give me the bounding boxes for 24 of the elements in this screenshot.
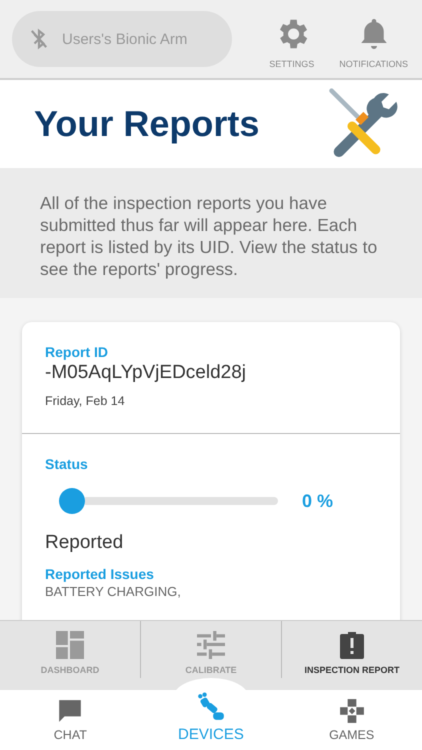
report-id-label: Report ID — [45, 344, 109, 360]
header-action[interactable]: NOTIFICATIONS — [335, 9, 412, 69]
status-label: Status — [45, 456, 89, 472]
issues-text: BATTERY CHARGING, — [45, 584, 182, 599]
chat-icon — [57, 698, 84, 724]
status-text: Reported — [45, 532, 124, 554]
nav-tab[interactable]: CHAT — [0, 678, 141, 750]
progress-percent: 0 % — [302, 490, 334, 512]
nav-tab[interactable]: GAMES — [281, 678, 422, 750]
report-date: Friday, Feb 14 — [45, 394, 126, 408]
device-selector[interactable]: Users's Bionic Arm — [12, 11, 232, 67]
gamepad-icon — [338, 698, 365, 724]
progress-thumb — [59, 488, 85, 514]
sub-tab[interactable]: INSPECTION REPORT — [282, 621, 422, 678]
report-id: -M05AqLYpVjEDceld28j — [45, 362, 248, 384]
dashboard-icon — [56, 630, 84, 658]
robotic-arm-icon — [196, 692, 226, 722]
header-action[interactable]: SETTINGS — [256, 9, 328, 69]
description-text: All of the inspection reports you have submitted thus far will appear here. Each report is listed by its UID. View the status to see the reports' progress. — [40, 192, 378, 280]
clipboard-alert-icon — [339, 630, 365, 658]
sliders-icon — [197, 630, 225, 658]
device-name: Users's Bionic Arm — [62, 30, 188, 48]
issues-label: Reported Issues — [45, 566, 155, 582]
page-title: Your Reports — [34, 103, 260, 145]
